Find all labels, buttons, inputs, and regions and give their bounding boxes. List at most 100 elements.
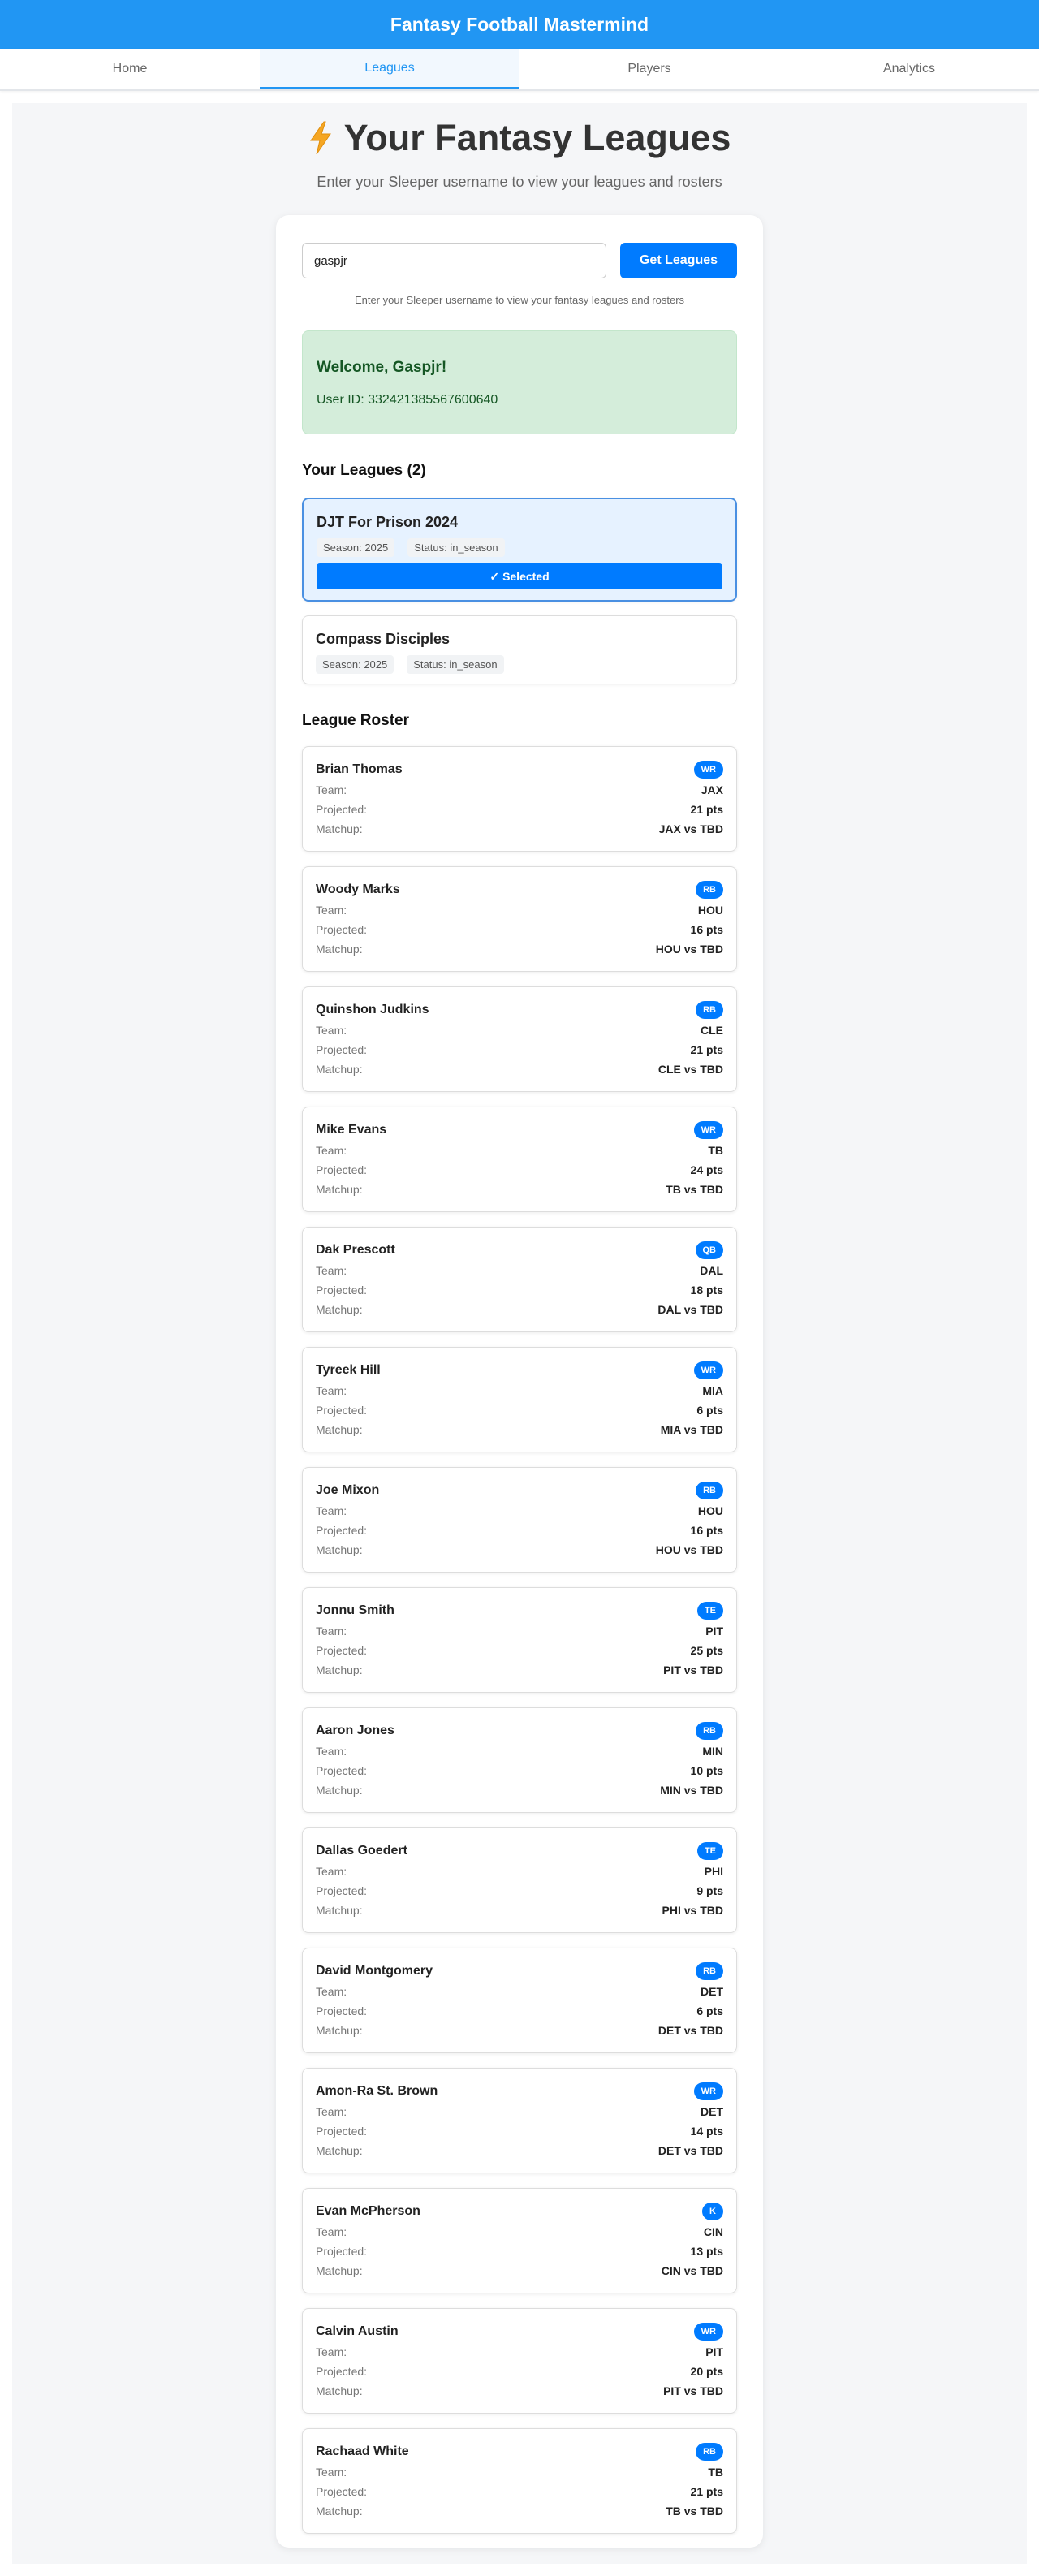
team-label: Team: — [316, 2225, 347, 2238]
projected-row: Projected: 16 pts — [316, 1524, 723, 1538]
leagues-heading: Your Leagues (2) — [302, 462, 426, 479]
tab-leagues[interactable]: Leagues — [260, 49, 520, 89]
app-title: Fantasy Football Mastermind — [390, 13, 649, 35]
projected-value: 18 pts — [690, 1284, 723, 1297]
team-value: TB — [708, 2466, 723, 2479]
matchup-row: Matchup: JAX vs TBD — [316, 822, 723, 837]
position-badge: RB — [696, 1001, 723, 1019]
player-name: Aaron Jones — [316, 1724, 394, 1737]
player-name: Evan McPherson — [316, 2204, 420, 2218]
player-name: Calvin Austin — [316, 2324, 399, 2338]
matchup-label: Matchup: — [316, 822, 363, 835]
team-label: Team: — [316, 2345, 347, 2358]
matchup-value: TB vs TBD — [666, 2505, 723, 2518]
player-header: Evan McPherson K — [316, 2203, 723, 2220]
team-row: Team: DET — [316, 2105, 723, 2120]
selected-button[interactable]: ✓ Selected — [317, 563, 722, 589]
team-value: MIN — [702, 1745, 723, 1758]
matchup-label: Matchup: — [316, 943, 363, 956]
tab-analytics[interactable]: Analytics — [779, 49, 1039, 89]
team-label: Team: — [316, 1865, 347, 1878]
player-name: Dallas Goedert — [316, 1844, 407, 1858]
matchup-value: DAL vs TBD — [657, 1303, 723, 1316]
projected-label: Projected: — [316, 1644, 368, 1657]
page-title: Your Fantasy Leagues — [308, 117, 731, 159]
matchup-row: Matchup: PHI vs TBD — [316, 1904, 723, 1918]
team-label: Team: — [316, 904, 347, 917]
matchup-label: Matchup: — [316, 2144, 363, 2157]
projected-label: Projected: — [316, 1043, 368, 1056]
team-value: DET — [701, 2105, 723, 2118]
player-header: Jonnu Smith TE — [316, 1602, 723, 1620]
player-name: Rachaad White — [316, 2444, 409, 2458]
projected-label: Projected: — [316, 2365, 368, 2378]
projected-value: 21 pts — [690, 2485, 723, 2498]
roster-list: Brian Thomas WR Team: JAX Projected: 21 pts Ma… — [302, 746, 737, 2534]
projected-row: Projected: 9 pts — [316, 1884, 723, 1899]
matchup-row: Matchup: CLE vs TBD — [316, 1063, 723, 1077]
matchup-row: Matchup: DET vs TBD — [316, 2144, 723, 2159]
matchup-row: Matchup: HOU vs TBD — [316, 943, 723, 957]
projected-value: 9 pts — [696, 1884, 723, 1897]
team-row: Team: MIN — [316, 1745, 723, 1759]
roster-heading: League Roster — [302, 712, 409, 729]
player-card: Joe Mixon RB Team: HOU Projected: 16 pts Match… — [302, 1467, 737, 1573]
projected-label: Projected: — [316, 1524, 368, 1537]
player-name: Amon-Ra St. Brown — [316, 2084, 438, 2098]
matchup-row: Matchup: MIN vs TBD — [316, 1784, 723, 1798]
leagues-card: Get Leagues Enter your Sleeper username … — [276, 215, 763, 2548]
get-leagues-button[interactable]: Get Leagues — [620, 243, 737, 278]
player-card: Tyreek Hill WR Team: MIA Projected: 6 pts Matc… — [302, 1347, 737, 1452]
position-badge: RB — [696, 2443, 723, 2461]
matchup-row: Matchup: PIT vs TBD — [316, 2384, 723, 2399]
league-card-selected[interactable]: DJT For Prison 2024 Season: 2025 Status:… — [302, 498, 737, 602]
projected-row: Projected: 6 pts — [316, 1404, 723, 1418]
tab-home[interactable]: Home — [0, 49, 260, 89]
main-nav: Home Leagues Players Analytics — [0, 49, 1039, 91]
player-header: Joe Mixon RB — [316, 1482, 723, 1499]
team-value: CLE — [701, 1024, 723, 1037]
projected-row: Projected: 10 pts — [316, 1764, 723, 1779]
position-badge: WR — [693, 2082, 723, 2100]
projected-row: Projected: 13 pts — [316, 2245, 723, 2259]
matchup-label: Matchup: — [316, 1663, 363, 1676]
search-row: Get Leagues — [302, 243, 737, 278]
player-header: Tyreek Hill WR — [316, 1361, 723, 1379]
checkmark-icon: ✓ — [489, 569, 500, 583]
team-row: Team: TB — [316, 2466, 723, 2480]
matchup-value: MIN vs TBD — [660, 1784, 723, 1797]
projected-label: Projected: — [316, 2485, 368, 2498]
team-row: Team: PIT — [316, 2345, 723, 2360]
team-label: Team: — [316, 1745, 347, 1758]
team-row: Team: PIT — [316, 1625, 723, 1639]
matchup-label: Matchup: — [316, 2505, 363, 2518]
welcome-banner: Welcome, Gaspjr! User ID: 33242138556760… — [302, 330, 737, 434]
projected-label: Projected: — [316, 923, 368, 936]
projected-row: Projected: 14 pts — [316, 2125, 723, 2139]
projected-value: 16 pts — [690, 923, 723, 936]
team-label: Team: — [316, 1264, 347, 1277]
matchup-row: Matchup: TB vs TBD — [316, 2505, 723, 2519]
projected-label: Projected: — [316, 1284, 368, 1297]
league-card[interactable]: Compass Disciples Season: 2025 Status: i… — [302, 615, 737, 684]
player-name: Brian Thomas — [316, 762, 403, 776]
matchup-value: CLE vs TBD — [657, 1063, 723, 1076]
tab-players[interactable]: Players — [520, 49, 779, 89]
projected-value: 10 pts — [690, 1764, 723, 1777]
position-badge: RB — [696, 881, 723, 899]
matchup-value: JAX vs TBD — [658, 822, 723, 835]
username-input[interactable] — [302, 243, 606, 278]
league-meta: Season: 2025 Status: in_season — [316, 655, 723, 674]
team-row: Team: DET — [316, 1985, 723, 2000]
player-name: Dak Prescott — [316, 1243, 395, 1257]
player-name: Jonnu Smith — [316, 1603, 394, 1617]
user-id: User ID: 332421385567600640 — [317, 393, 498, 407]
team-value: HOU — [697, 904, 723, 917]
projected-value: 24 pts — [690, 1163, 723, 1176]
player-card: Rachaad White RB Team: TB Projected: 21 pts Ma… — [302, 2428, 737, 2534]
matchup-row: Matchup: MIA vs TBD — [316, 1423, 723, 1438]
player-name: Tyreek Hill — [316, 1363, 381, 1377]
team-row: Team: HOU — [316, 1504, 723, 1519]
league-name: Compass Disciples — [316, 631, 451, 647]
player-header: David Montgomery RB — [316, 1962, 723, 1980]
